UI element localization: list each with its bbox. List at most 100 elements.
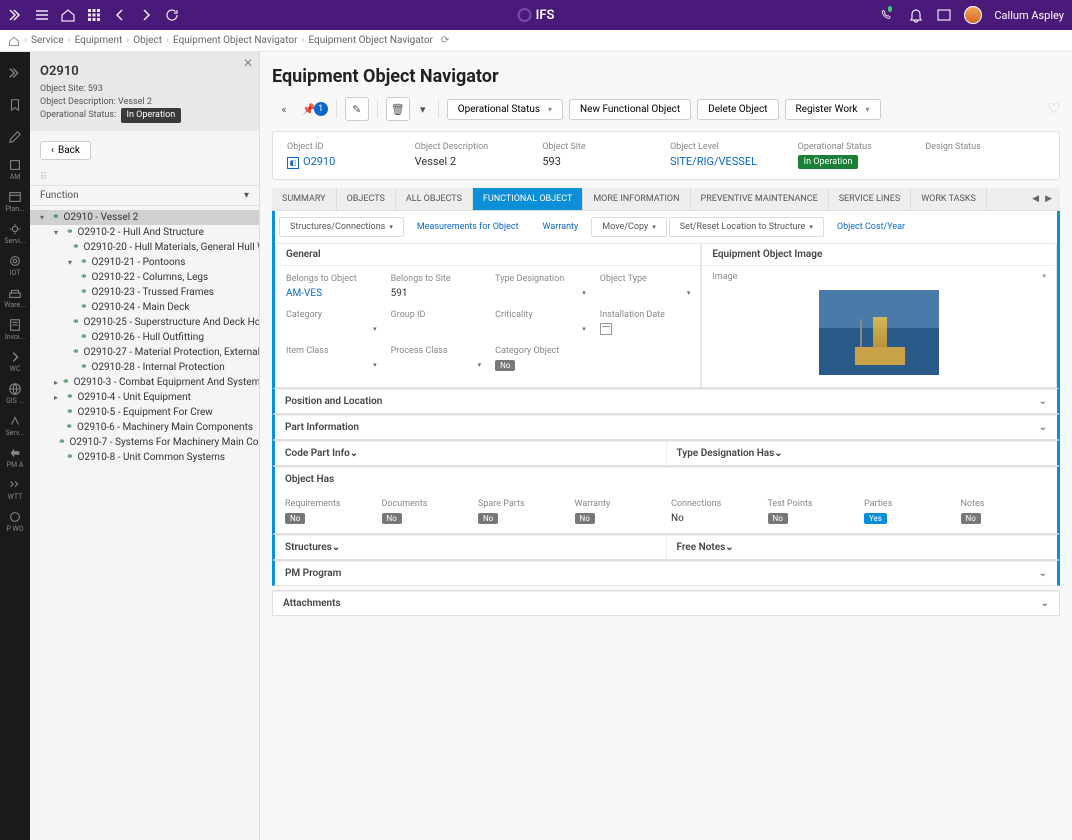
forward-icon[interactable]: [138, 7, 154, 23]
tab-prev-icon[interactable]: ◀: [1032, 194, 1039, 204]
iconbar-item-invoi[interactable]: Invoi...: [1, 314, 29, 344]
iconbar-item-gis[interactable]: GIS ...: [1, 378, 29, 408]
subtab-warranty[interactable]: Warranty: [532, 217, 590, 237]
tab-all-objects[interactable]: ALL OBJECTS: [396, 188, 473, 210]
subtab-set-reset-location-to-structure[interactable]: Set/Reset Location to Structure ▾: [669, 217, 824, 237]
tree-node[interactable]: ⚭O2910-20 - Hull Materials, General Hull…: [30, 240, 259, 255]
iconbar-item-pencil[interactable]: [1, 122, 29, 152]
section-free-notes[interactable]: Free Notes⌄: [667, 535, 1058, 559]
tree-node[interactable]: ⚭O2910-24 - Main Deck: [30, 300, 259, 315]
breadcrumb-item[interactable]: Equipment Object Navigator: [308, 35, 432, 46]
tab-summary[interactable]: SUMMARY: [272, 188, 337, 210]
tree-node[interactable]: ▾⚭O2910-21 - Pontoons: [30, 255, 259, 270]
iconbar-item-serv2[interactable]: Serv...: [1, 410, 29, 440]
section-type-desig[interactable]: Type Designation Has⌄: [667, 441, 1058, 465]
iconbar-item-servi[interactable]: Servi...: [1, 218, 29, 248]
object-type-field[interactable]: ▾: [600, 286, 691, 300]
back-button[interactable]: ‹ Back: [40, 141, 91, 160]
item-class-field[interactable]: ▾: [286, 358, 377, 372]
menu-icon[interactable]: [34, 7, 50, 23]
delete-object-button[interactable]: Delete Object: [697, 99, 778, 120]
bell-icon[interactable]: [908, 7, 924, 23]
close-icon[interactable]: ✕: [243, 56, 253, 70]
maximize-icon[interactable]: [936, 7, 952, 23]
chevron-down-icon[interactable]: ▾: [1042, 272, 1046, 282]
install-date-field[interactable]: [600, 322, 691, 336]
operational-status-button[interactable]: Operational Status: [447, 99, 563, 120]
chevron-down-icon[interactable]: ▾: [416, 97, 430, 121]
expand-sidebar-icon[interactable]: [8, 7, 24, 23]
register-work-button[interactable]: Register Work: [785, 99, 881, 120]
iconbar-item-plan[interactable]: Plan...: [1, 186, 29, 216]
delete-icon[interactable]: 🗑: [386, 97, 410, 121]
iconbar-item-wtt[interactable]: WTT: [1, 474, 29, 504]
grip-icon[interactable]: ⠿: [30, 170, 259, 185]
breadcrumb-item[interactable]: Equipment Object Navigator: [173, 35, 297, 46]
subtab-structures-connections[interactable]: Structures/Connections ▾: [279, 217, 404, 237]
type-designation-field[interactable]: ▾: [495, 286, 586, 300]
breadcrumb-refresh-icon[interactable]: ⟳: [441, 35, 449, 46]
tree-node[interactable]: ▾⚭O2910 - Vessel 2: [30, 210, 259, 225]
tree-node[interactable]: ⚭O2910-27 - Material Protection, Externa…: [30, 345, 259, 360]
process-class-field[interactable]: ▾: [391, 358, 482, 372]
belongs-to-object-link[interactable]: AM-VES: [286, 286, 377, 300]
tree-node[interactable]: ⚭O2910-8 - Unit Common Systems: [30, 450, 259, 465]
subtab-move-copy[interactable]: Move/Copy ▾: [591, 217, 666, 237]
tree-node[interactable]: ⚭O2910-25 - Superstructure And Deck Hous…: [30, 315, 259, 330]
tree-node[interactable]: ⚭O2910-6 - Machinery Main Components: [30, 420, 259, 435]
tree-node[interactable]: ⚭O2910-26 - Hull Outfitting: [30, 330, 259, 345]
object-level-link[interactable]: SITE/RIG/VESSEL: [670, 155, 790, 168]
refresh-icon[interactable]: [164, 7, 180, 23]
tab-objects[interactable]: OBJECTS: [337, 188, 396, 210]
tab-more-information[interactable]: MORE INFORMATION: [583, 188, 690, 210]
iconbar-item-wc[interactable]: WC: [1, 346, 29, 376]
iconbar-item-bookmark[interactable]: [1, 90, 29, 120]
tab-functional-object[interactable]: FUNCTIONAL OBJECT: [473, 188, 583, 210]
section-pm-program[interactable]: PM Program⌄: [275, 561, 1057, 585]
home-icon[interactable]: [60, 7, 76, 23]
criticality-field[interactable]: ▾: [495, 322, 586, 336]
iconbar-item-iot[interactable]: IOT: [1, 250, 29, 280]
tree-node[interactable]: ▾⚭O2910-2 - Hull And Structure: [30, 225, 259, 240]
breadcrumb-item[interactable]: Object: [133, 35, 162, 46]
iconbar-item-ware[interactable]: Ware...: [1, 282, 29, 312]
function-select[interactable]: Function▾: [40, 190, 249, 201]
breadcrumb-item[interactable]: Equipment: [75, 35, 123, 46]
tree-node[interactable]: ▸⚭O2910-4 - Unit Equipment: [30, 390, 259, 405]
user-avatar[interactable]: [964, 6, 982, 24]
section-structures[interactable]: Structures⌄: [275, 535, 667, 559]
tree-node[interactable]: ▸⚭O2910-3 - Combat Equipment And Systems: [30, 375, 259, 390]
iconbar-item-am[interactable]: AM: [1, 154, 29, 184]
edit-icon[interactable]: ✎: [345, 97, 369, 121]
tree-node[interactable]: ⚭O2910-22 - Columns, Legs: [30, 270, 259, 285]
subtab-object-cost-year[interactable]: Object Cost/Year: [826, 217, 916, 237]
tab-work-tasks[interactable]: WORK TASKS: [911, 188, 987, 210]
tree-node[interactable]: ⚭O2910-28 - Internal Protection: [30, 360, 259, 375]
tree-node[interactable]: ⚭O2910-23 - Trussed Frames: [30, 285, 259, 300]
object-id-link[interactable]: ◧O2910: [287, 155, 407, 169]
back-icon[interactable]: [112, 7, 128, 23]
new-functional-object-button[interactable]: New Functional Object: [569, 99, 691, 120]
iconbar-item-pwo[interactable]: P WO: [1, 506, 29, 536]
tree-node[interactable]: ⚭O2910-7 - Systems For Machinery Main Co…: [30, 435, 259, 450]
iconbar-item-pma[interactable]: PM A: [1, 442, 29, 472]
section-code-part[interactable]: Code Part Info⌄: [275, 441, 667, 465]
favorite-icon[interactable]: ♡: [1047, 101, 1060, 117]
iconbar-item-expand[interactable]: [1, 58, 29, 88]
subtab-measurements-for-object[interactable]: Measurements for Object: [406, 217, 530, 237]
tab-preventive-maintenance[interactable]: PREVENTIVE MAINTENANCE: [691, 188, 829, 210]
tab-service-lines[interactable]: SERVICE LINES: [829, 188, 911, 210]
pin-button[interactable]: 📌1: [302, 102, 328, 116]
tab-next-icon[interactable]: ▶: [1045, 194, 1052, 204]
section-attachments[interactable]: Attachments⌄: [273, 591, 1059, 615]
tree-node[interactable]: ⚭O2910-5 - Equipment For Crew: [30, 405, 259, 420]
phone-icon[interactable]: [880, 7, 896, 23]
section-part-info[interactable]: Part Information⌄: [275, 415, 1057, 439]
breadcrumb-home-icon[interactable]: [8, 35, 20, 47]
category-field[interactable]: ▾: [286, 322, 377, 336]
section-object-has[interactable]: Object Has: [275, 467, 1057, 491]
breadcrumb-item[interactable]: Service: [31, 35, 64, 46]
apps-icon[interactable]: [86, 7, 102, 23]
collapse-all-icon[interactable]: «: [272, 97, 296, 121]
section-position[interactable]: Position and Location⌄: [275, 389, 1057, 413]
